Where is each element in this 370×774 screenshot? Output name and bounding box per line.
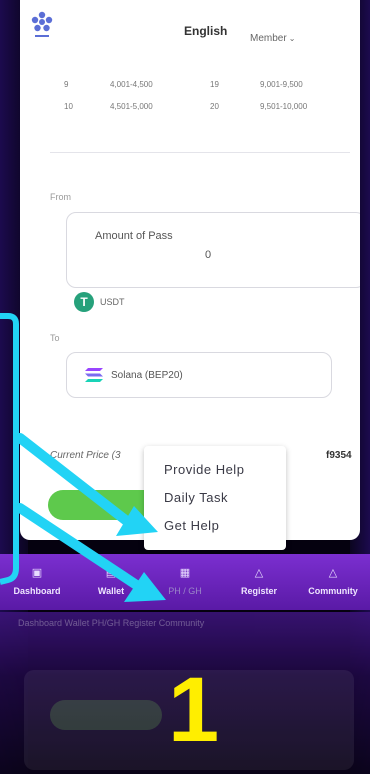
- tether-icon: T: [74, 292, 94, 312]
- step-number: 1: [168, 659, 220, 761]
- reflection-labels: Dashboard Wallet PH/GH Register Communit…: [18, 618, 205, 628]
- current-price-label: Current Price (3: [50, 450, 121, 461]
- table-cell: 19: [210, 80, 219, 89]
- dashboard-icon: ▣: [31, 567, 43, 579]
- usdt-label: USDT: [100, 297, 125, 307]
- ph-gh-popup-menu: Provide Help Daily Task Get Help: [144, 446, 286, 550]
- register-icon: △: [254, 567, 264, 579]
- member-menu[interactable]: Member ⌄: [250, 33, 295, 44]
- nav-label: Wallet: [97, 586, 125, 596]
- star-logo-icon[interactable]: [30, 10, 54, 40]
- member-label: Member: [250, 33, 287, 44]
- wallet-icon: ▤: [105, 567, 117, 579]
- bottom-nav: ▣ Dashboard ▤ Wallet ▦ PH / GH △ Registe…: [0, 554, 370, 610]
- table-cell: 9: [64, 80, 69, 89]
- table-cell: 10: [64, 102, 73, 111]
- nav-label: Register: [240, 586, 277, 596]
- table-row: 10 4,501-5,000 20 9,501-10,000: [50, 96, 350, 118]
- menu-item-daily-task[interactable]: Daily Task: [164, 490, 228, 505]
- nav-item-dashboard[interactable]: ▣ Dashboard: [0, 554, 74, 610]
- pass-label: Amount of Pass: [95, 230, 173, 242]
- nav-item-register[interactable]: △ Register: [222, 554, 296, 610]
- nav-label: PH / GH: [168, 586, 202, 596]
- menu-item-get-help[interactable]: Get Help: [164, 518, 219, 533]
- pass-range-table: 9 4,001-4,500 19 9,001-9,500 10 4,501-5,…: [50, 74, 350, 118]
- nav-item-ph-gh[interactable]: ▦ PH / GH: [148, 554, 222, 610]
- menu-item-provide-help[interactable]: Provide Help: [164, 462, 244, 477]
- nav-item-wallet[interactable]: ▤ Wallet: [74, 554, 148, 610]
- solana-icon: [85, 368, 103, 382]
- table-cell: 9,001-9,500: [260, 80, 303, 89]
- table-cell: 4,501-5,000: [110, 102, 153, 111]
- table-cell: 20: [210, 102, 219, 111]
- ph-gh-icon: ▦: [179, 567, 191, 579]
- to-label: To: [50, 333, 60, 343]
- language-selector[interactable]: English: [184, 24, 227, 38]
- header: English Member ⌄: [20, 0, 360, 60]
- section-divider: [50, 152, 350, 153]
- current-price-value: f9354: [326, 450, 352, 461]
- nav-item-community[interactable]: △ Community: [296, 554, 370, 610]
- community-icon: △: [328, 567, 338, 579]
- reflection-pill: [50, 700, 162, 730]
- amount-of-pass-field[interactable]: Amount of Pass 0: [66, 212, 360, 288]
- from-label: From: [50, 192, 71, 202]
- network-selector[interactable]: Solana (BEP20): [66, 352, 332, 398]
- table-row: 9 4,001-4,500 19 9,001-9,500: [50, 74, 350, 96]
- table-cell: 4,001-4,500: [110, 80, 153, 89]
- chevron-down-icon: ⌄: [288, 34, 296, 43]
- pass-value: 0: [205, 249, 212, 261]
- network-label: Solana (BEP20): [111, 370, 183, 381]
- nav-label: Community: [308, 586, 358, 596]
- nav-label: Dashboard: [13, 586, 61, 596]
- table-cell: 9,501-10,000: [260, 102, 308, 111]
